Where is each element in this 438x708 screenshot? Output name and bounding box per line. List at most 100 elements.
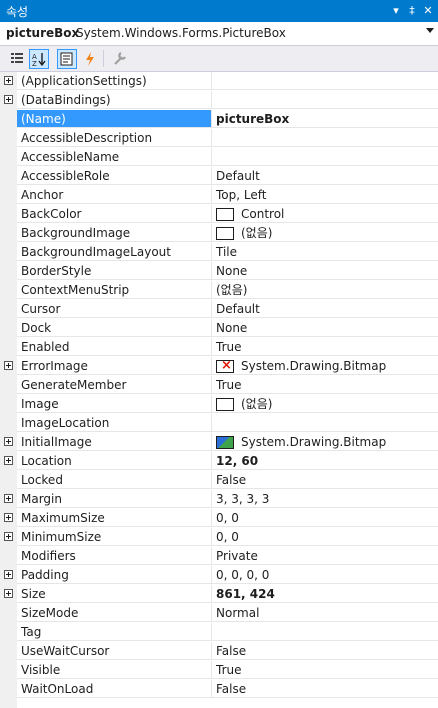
property-row[interactable]: GenerateMember True	[0, 376, 438, 395]
property-row[interactable]: MinimumSize 0, 0	[0, 528, 438, 547]
property-name[interactable]: GenerateMember	[17, 376, 212, 394]
property-value[interactable]: (없음)	[212, 395, 438, 413]
property-value[interactable]: True	[212, 338, 438, 356]
property-row[interactable]: AccessibleName	[0, 148, 438, 167]
property-value[interactable]	[212, 623, 438, 641]
property-row[interactable]: ContextMenuStrip (없음)	[0, 281, 438, 300]
property-name[interactable]: MaximumSize	[17, 509, 212, 527]
property-name[interactable]: Visible	[17, 661, 212, 679]
property-row[interactable]: ErrorImage System.Drawing.Bitmap	[0, 357, 438, 376]
property-row[interactable]: Dock None	[0, 319, 438, 338]
property-row[interactable]: Locked False	[0, 471, 438, 490]
property-value[interactable]: 3, 3, 3, 3	[212, 490, 438, 508]
property-row[interactable]: AccessibleRole Default	[0, 167, 438, 186]
property-row[interactable]: InitialImage System.Drawing.Bitmap	[0, 433, 438, 452]
property-row[interactable]: MaximumSize 0, 0	[0, 509, 438, 528]
property-name[interactable]: Dock	[17, 319, 212, 337]
property-value[interactable]: Control	[212, 205, 438, 223]
property-name[interactable]: SizeMode	[17, 604, 212, 622]
window-position-dropdown-icon[interactable]: ▾	[388, 2, 404, 19]
property-value[interactable]: None	[212, 319, 438, 337]
property-value[interactable]: 12, 60	[212, 452, 438, 470]
alphabetical-icon[interactable]: AZ	[29, 49, 49, 69]
property-value[interactable]: True	[212, 376, 438, 394]
property-value[interactable]	[212, 148, 438, 166]
categorized-icon[interactable]	[7, 49, 27, 69]
property-name[interactable]: Locked	[17, 471, 212, 489]
property-name[interactable]: Tag	[17, 623, 212, 641]
property-value[interactable]	[212, 91, 438, 109]
property-row[interactable]: WaitOnLoad False	[0, 680, 438, 699]
property-name[interactable]: ContextMenuStrip	[17, 281, 212, 299]
property-pages-icon[interactable]	[110, 49, 130, 69]
property-name[interactable]: Margin	[17, 490, 212, 508]
property-name[interactable]: ImageLocation	[17, 414, 212, 432]
property-name[interactable]: Padding	[17, 566, 212, 584]
expand-icon[interactable]	[4, 437, 13, 446]
property-value[interactable]	[212, 72, 438, 90]
property-row[interactable]: BackColor Control	[0, 205, 438, 224]
property-value[interactable]: (없음)	[212, 224, 438, 242]
property-row[interactable]: Size 861, 424	[0, 585, 438, 604]
property-name[interactable]: InitialImage	[17, 433, 212, 451]
expand-icon[interactable]	[4, 570, 13, 579]
property-row[interactable]: Image (없음)	[0, 395, 438, 414]
property-name[interactable]: Anchor	[17, 186, 212, 204]
chevron-down-icon[interactable]	[426, 28, 434, 33]
property-row[interactable]: BorderStyle None	[0, 262, 438, 281]
property-value[interactable]: True	[212, 661, 438, 679]
property-value[interactable]: False	[212, 471, 438, 489]
property-name[interactable]: AccessibleName	[17, 148, 212, 166]
property-value[interactable]: 861, 424	[212, 585, 438, 603]
property-value[interactable]	[212, 414, 438, 432]
property-value[interactable]: False	[212, 642, 438, 660]
property-name[interactable]: BackgroundImage	[17, 224, 212, 242]
property-value[interactable]: Private	[212, 547, 438, 565]
property-row[interactable]: UseWaitCursor False	[0, 642, 438, 661]
expand-icon[interactable]	[4, 513, 13, 522]
property-row[interactable]: Padding 0, 0, 0, 0	[0, 566, 438, 585]
property-value[interactable]: Default	[212, 167, 438, 185]
property-name[interactable]: BackgroundImageLayout	[17, 243, 212, 261]
property-name[interactable]: (DataBindings)	[17, 91, 212, 109]
close-icon[interactable]: ✕	[420, 2, 436, 19]
property-row[interactable]: Modifiers Private	[0, 547, 438, 566]
events-icon[interactable]	[80, 49, 100, 69]
property-name[interactable]: Enabled	[17, 338, 212, 356]
property-value[interactable]: Default	[212, 300, 438, 318]
property-value[interactable]: False	[212, 680, 438, 698]
property-value[interactable]: 0, 0	[212, 509, 438, 527]
property-row[interactable]: Cursor Default	[0, 300, 438, 319]
property-row[interactable]: Margin 3, 3, 3, 3	[0, 490, 438, 509]
property-name[interactable]: Image	[17, 395, 212, 413]
property-value[interactable]: Tile	[212, 243, 438, 261]
property-row[interactable]: ImageLocation	[0, 414, 438, 433]
property-row[interactable]: Visible True	[0, 661, 438, 680]
property-name[interactable]: MinimumSize	[17, 528, 212, 546]
property-value[interactable]: pictureBox	[212, 110, 438, 128]
property-value[interactable]: (없음)	[212, 281, 438, 299]
property-row[interactable]: Anchor Top, Left	[0, 186, 438, 205]
expand-icon[interactable]	[4, 76, 13, 85]
property-name[interactable]: BackColor	[17, 205, 212, 223]
property-value[interactable]: Top, Left	[212, 186, 438, 204]
property-name[interactable]: (Name)	[17, 110, 212, 128]
property-name[interactable]: BorderStyle	[17, 262, 212, 280]
property-name[interactable]: Location	[17, 452, 212, 470]
expand-icon[interactable]	[4, 95, 13, 104]
property-name[interactable]: Modifiers	[17, 547, 212, 565]
property-row[interactable]: (ApplicationSettings)	[0, 72, 438, 91]
property-name[interactable]: ErrorImage	[17, 357, 212, 375]
property-row[interactable]: (Name) pictureBox	[0, 110, 438, 129]
property-value[interactable]: System.Drawing.Bitmap	[212, 433, 438, 451]
property-value[interactable]	[212, 129, 438, 147]
property-value[interactable]: System.Drawing.Bitmap	[212, 357, 438, 375]
property-name[interactable]: UseWaitCursor	[17, 642, 212, 660]
property-row[interactable]: Location 12, 60	[0, 452, 438, 471]
expand-icon[interactable]	[4, 532, 13, 541]
property-row[interactable]: BackgroundImageLayout Tile	[0, 243, 438, 262]
object-selector[interactable]: pictureBox System.Windows.Forms.PictureB…	[0, 22, 438, 46]
property-name[interactable]: Cursor	[17, 300, 212, 318]
property-row[interactable]: BackgroundImage (없음)	[0, 224, 438, 243]
property-row[interactable]: Enabled True	[0, 338, 438, 357]
